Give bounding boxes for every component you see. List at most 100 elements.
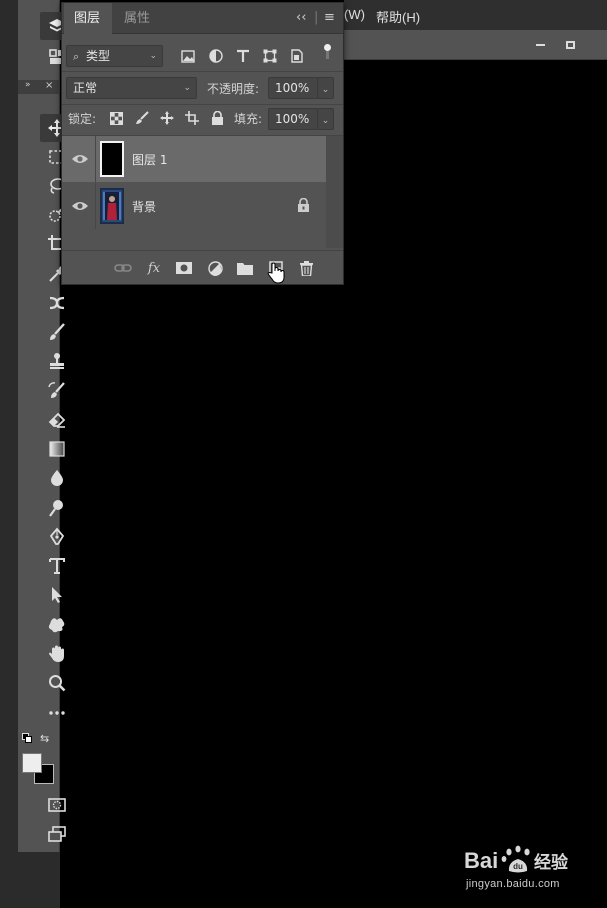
- stamp-icon: [50, 353, 64, 369]
- add-mask-button[interactable]: [174, 259, 194, 277]
- path-selection-tool[interactable]: [40, 581, 74, 609]
- close-icon[interactable]: ×: [45, 80, 53, 91]
- move-lock-icon: [160, 111, 174, 125]
- history-brush-tool[interactable]: [40, 377, 74, 405]
- type-filter-icon: [237, 49, 249, 62]
- fill-input[interactable]: 100%: [268, 108, 318, 130]
- menu-window[interactable]: (W): [344, 7, 365, 22]
- maximize-button[interactable]: [559, 38, 581, 52]
- maximize-icon: [565, 41, 575, 49]
- blur-tool[interactable]: [40, 464, 74, 492]
- layer-filter-select[interactable]: ⌕ 类型 ⌄: [66, 45, 163, 67]
- layer-row[interactable]: 背景: [62, 183, 326, 229]
- delete-layer-button[interactable]: [296, 259, 316, 277]
- layers-panel: 图层 属性 ‹‹ | ≡ ⌕ 类型 ⌄ 正常 ⌄ 不透明度: 100% ⌄ 锁定…: [61, 2, 344, 285]
- folder-icon: [237, 262, 253, 275]
- filter-pixel-button[interactable]: [179, 47, 197, 65]
- svg-text:经验: 经验: [534, 852, 569, 873]
- brush-lock-icon: [136, 111, 149, 124]
- type-tool[interactable]: [40, 552, 74, 580]
- adjustment-icon: [209, 49, 223, 63]
- layer-row[interactable]: 图层 1: [62, 136, 326, 182]
- baidu-logo-icon: Bai du 经验: [464, 845, 569, 873]
- filter-smart-object-button[interactable]: [288, 47, 306, 65]
- history-brush-icon: [48, 382, 65, 398]
- eraser-tool[interactable]: [40, 406, 74, 434]
- checkerboard-icon: [109, 111, 123, 125]
- dodge-tool[interactable]: [40, 494, 74, 522]
- opacity-input[interactable]: 100%: [268, 77, 318, 99]
- swap-colors-icon[interactable]: ⇆: [40, 733, 52, 745]
- lock-pixels-button[interactable]: [133, 109, 151, 127]
- layer-name[interactable]: 背景: [132, 198, 156, 215]
- zoom-icon: [49, 675, 66, 692]
- svg-text:Bai: Bai: [464, 848, 498, 873]
- mask-icon: [176, 262, 192, 274]
- filter-type-button[interactable]: [234, 47, 252, 65]
- minimize-button[interactable]: [529, 38, 551, 52]
- link-icon: [114, 264, 132, 272]
- quick-mask-button[interactable]: [40, 791, 74, 819]
- fill-dropdown[interactable]: ⌄: [317, 108, 334, 130]
- toolbar-header: » ×: [18, 80, 60, 94]
- chevron-down-icon: ⌄: [321, 116, 330, 126]
- tab-layers[interactable]: 图层: [64, 3, 112, 34]
- shape-filter-icon: [263, 49, 277, 63]
- svg-text:du: du: [513, 862, 523, 871]
- new-group-button[interactable]: [235, 259, 255, 277]
- baidu-jingyan-watermark: Bai du 经验 jingyan.baidu.com: [462, 840, 592, 896]
- zoom-tool[interactable]: [40, 669, 74, 697]
- layer-thumbnail[interactable]: [100, 188, 124, 224]
- more-tools[interactable]: [40, 699, 74, 727]
- screen-mode-button[interactable]: [40, 820, 74, 848]
- smart-object-icon: [291, 49, 303, 63]
- lock-icon: [298, 198, 309, 212]
- fx-icon: fx: [147, 260, 161, 276]
- link-layers-button[interactable]: [113, 259, 133, 277]
- opacity-dropdown[interactable]: ⌄: [317, 77, 334, 99]
- healing-tool[interactable]: [40, 289, 74, 317]
- hand-tool[interactable]: [40, 640, 74, 668]
- new-adjustment-layer-button[interactable]: [205, 259, 225, 277]
- lock-position-button[interactable]: [158, 109, 176, 127]
- layer-thumbnail[interactable]: [100, 141, 124, 177]
- filter-adjustment-button[interactable]: [207, 47, 225, 65]
- tab-properties[interactable]: 属性: [114, 3, 160, 34]
- filter-toggle-switch[interactable]: [322, 44, 332, 60]
- eraser-icon: [48, 412, 66, 428]
- lock-artboard-button[interactable]: [183, 109, 201, 127]
- default-colors-icon[interactable]: [22, 733, 32, 743]
- trash-icon: [299, 260, 313, 276]
- visibility-eye-icon[interactable]: [71, 197, 89, 215]
- chevron-down-icon: ⌄: [321, 85, 330, 95]
- lock-transparent-button[interactable]: [107, 109, 125, 127]
- shape-tool[interactable]: [40, 611, 74, 639]
- filter-kind-label: 类型: [86, 49, 111, 63]
- minimize-icon: [535, 44, 545, 46]
- pen-icon: [49, 527, 65, 545]
- layer-name[interactable]: 图层 1: [132, 151, 167, 168]
- blend-mode-value: 正常: [73, 81, 98, 95]
- menu-bar: (W) 帮助(H): [344, 0, 607, 30]
- menu-help[interactable]: 帮助(H): [376, 7, 420, 26]
- blend-mode-select[interactable]: 正常 ⌄: [66, 77, 197, 99]
- fill-value: 100%: [275, 112, 310, 126]
- tools-panel: » × ⇆: [18, 0, 74, 852]
- visibility-eye-icon[interactable]: [71, 150, 89, 168]
- more-icon: [49, 711, 65, 715]
- gradient-tool[interactable]: [40, 435, 74, 463]
- lock-all-button[interactable]: [208, 109, 226, 127]
- collapse-icon[interactable]: »: [25, 80, 31, 90]
- collapse-panel-icon[interactable]: ‹‹: [296, 10, 306, 25]
- lock-label: 锁定:: [68, 112, 97, 126]
- foreground-color-swatch[interactable]: [22, 753, 42, 773]
- brush-tool[interactable]: [40, 318, 74, 346]
- layers-scrollbar[interactable]: [326, 136, 343, 248]
- search-icon: ⌕: [73, 50, 80, 63]
- panel-menu-icon[interactable]: ≡: [324, 10, 335, 25]
- filter-shape-button[interactable]: [261, 47, 279, 65]
- artboard-lock-icon: [185, 111, 199, 125]
- add-layer-style-button[interactable]: fx: [144, 259, 164, 277]
- pen-tool[interactable]: [40, 523, 74, 551]
- clone-stamp-tool[interactable]: [40, 347, 74, 375]
